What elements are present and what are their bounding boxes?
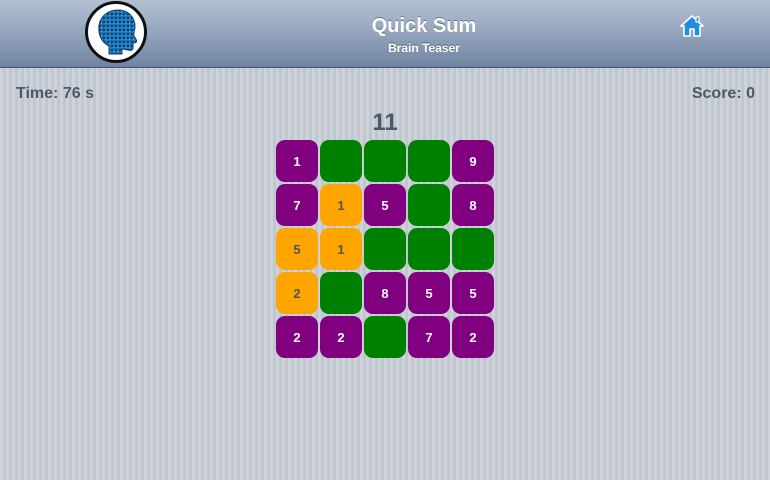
tile-r4-c5[interactable]: 5 bbox=[452, 272, 494, 314]
tile-r3-c3[interactable] bbox=[364, 228, 406, 270]
tile-r4-c2[interactable] bbox=[320, 272, 362, 314]
tile-r4-c4[interactable]: 5 bbox=[408, 272, 450, 314]
tile-r5-c1[interactable]: 2 bbox=[276, 316, 318, 358]
tile-r2-c4[interactable] bbox=[408, 184, 450, 226]
app-subtitle: Brain Teaser bbox=[388, 41, 460, 55]
app-header: Quick Sum Brain Teaser bbox=[0, 0, 770, 68]
tile-r5-c2[interactable]: 2 bbox=[320, 316, 362, 358]
tile-r1-c1[interactable]: 1 bbox=[276, 140, 318, 182]
tile-r3-c4[interactable] bbox=[408, 228, 450, 270]
tile-r1-c3[interactable] bbox=[364, 140, 406, 182]
tile-r2-c3[interactable]: 5 bbox=[364, 184, 406, 226]
tile-r5-c4[interactable]: 7 bbox=[408, 316, 450, 358]
tile-r1-c5[interactable]: 9 bbox=[452, 140, 494, 182]
app-title: Quick Sum bbox=[371, 15, 477, 37]
tile-r2-c5[interactable]: 8 bbox=[452, 184, 494, 226]
target-sum: 11 bbox=[372, 109, 398, 136]
home-button[interactable] bbox=[680, 14, 704, 38]
time-label: Time: 76 s bbox=[16, 85, 94, 102]
game-board: 1971585128552272 bbox=[276, 140, 496, 360]
tile-r5-c5[interactable]: 2 bbox=[452, 316, 494, 358]
home-icon[interactable] bbox=[680, 14, 704, 38]
tile-r3-c1[interactable]: 5 bbox=[276, 228, 318, 270]
tile-r2-c1[interactable]: 7 bbox=[276, 184, 318, 226]
tile-r1-c2[interactable] bbox=[320, 140, 362, 182]
tile-r4-c1[interactable]: 2 bbox=[276, 272, 318, 314]
tile-r3-c2[interactable]: 1 bbox=[320, 228, 362, 270]
tile-r4-c3[interactable]: 8 bbox=[364, 272, 406, 314]
tile-r1-c4[interactable] bbox=[408, 140, 450, 182]
tile-r2-c2[interactable]: 1 bbox=[320, 184, 362, 226]
tile-r5-c3[interactable] bbox=[364, 316, 406, 358]
score-label: Score: 0 bbox=[691, 85, 755, 102]
tile-r3-c5[interactable] bbox=[452, 228, 494, 270]
